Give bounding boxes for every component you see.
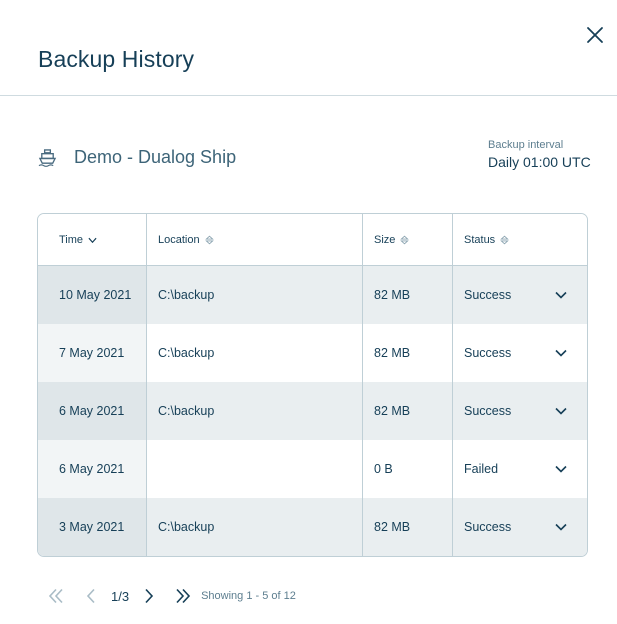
table-row[interactable]: 6 May 2021 0 B Failed — [38, 440, 587, 498]
dialog-title: Backup History — [38, 46, 195, 72]
cell-size: 82 MB — [363, 498, 453, 556]
pagination: 1/3 Showing 1 - 5 of 12 — [46, 586, 296, 606]
cell-time: 3 May 2021 — [38, 498, 147, 556]
cell-size: 82 MB — [363, 324, 453, 382]
column-header-label: Status — [464, 233, 496, 246]
column-header-time[interactable]: Time — [38, 214, 147, 265]
cell-location: C:\backup — [147, 382, 363, 440]
double-chevron-right-icon — [176, 588, 191, 604]
previous-page-button[interactable] — [81, 586, 101, 606]
cell-time: 6 May 2021 — [38, 440, 147, 498]
next-page-button[interactable] — [139, 586, 159, 606]
column-header-size[interactable]: Size — [363, 214, 453, 265]
table-row[interactable]: 6 May 2021 C:\backup 82 MB Success — [38, 382, 587, 440]
ship-name: Demo - Dualog Ship — [74, 147, 237, 167]
cell-status: Success — [453, 382, 587, 440]
chevron-down-icon[interactable] — [555, 291, 567, 299]
table-header-row: Time Location Size Status — [38, 214, 587, 266]
cell-location: C:\backup — [147, 266, 363, 324]
last-page-button[interactable] — [173, 586, 193, 606]
cell-status: Success — [453, 266, 587, 324]
cell-status: Success — [453, 498, 587, 556]
status-text: Failed — [464, 462, 499, 476]
backup-history-table: Time Location Size Status 10 May 2021 C: — [37, 213, 588, 557]
cell-size: 82 MB — [363, 266, 453, 324]
pagination-info: Showing 1 - 5 of 12 — [201, 590, 296, 602]
cell-location — [147, 440, 363, 498]
cell-status: Success — [453, 324, 587, 382]
column-header-label: Time — [59, 233, 84, 246]
cell-size: 82 MB — [363, 382, 453, 440]
cell-time: 7 May 2021 — [38, 324, 147, 382]
status-text: Success — [464, 346, 512, 360]
cell-size: 0 B — [363, 440, 453, 498]
chevron-left-icon — [86, 588, 95, 604]
table-row[interactable]: 10 May 2021 C:\backup 82 MB Success — [38, 266, 587, 324]
status-text: Success — [464, 288, 512, 302]
column-header-location[interactable]: Location — [147, 214, 363, 265]
table-row[interactable]: 7 May 2021 C:\backup 82 MB Success — [38, 324, 587, 382]
column-header-label: Location — [158, 233, 200, 246]
cell-location: C:\backup — [147, 324, 363, 382]
first-page-button[interactable] — [46, 586, 66, 606]
backup-interval-label: Backup interval — [488, 139, 564, 151]
chevron-down-icon[interactable] — [555, 407, 567, 415]
chevron-down-icon[interactable] — [555, 523, 567, 531]
header-divider — [0, 95, 617, 96]
status-text: Success — [464, 404, 512, 418]
chevron-right-icon — [145, 588, 154, 604]
double-chevron-left-icon — [48, 588, 63, 604]
cell-time: 10 May 2021 — [38, 266, 147, 324]
cell-time: 6 May 2021 — [38, 382, 147, 440]
close-icon[interactable] — [584, 24, 606, 46]
sort-icon[interactable] — [500, 235, 509, 245]
ship-icon — [38, 149, 57, 167]
chevron-down-icon[interactable] — [555, 465, 567, 473]
page-indicator: 1/3 — [111, 588, 130, 604]
chevron-down-icon[interactable] — [555, 349, 567, 357]
sort-icon[interactable] — [204, 235, 214, 245]
cell-status: Failed — [453, 440, 587, 498]
sort-descending-icon[interactable] — [88, 235, 97, 245]
status-text: Success — [464, 520, 512, 534]
column-header-label: Size — [374, 233, 396, 246]
cell-location: C:\backup — [147, 498, 363, 556]
backup-interval-value: Daily 01:00 UTC — [488, 154, 591, 170]
table-row[interactable]: 3 May 2021 C:\backup 82 MB Success — [38, 498, 587, 556]
column-header-status[interactable]: Status — [453, 214, 587, 265]
sort-icon[interactable] — [400, 235, 410, 245]
